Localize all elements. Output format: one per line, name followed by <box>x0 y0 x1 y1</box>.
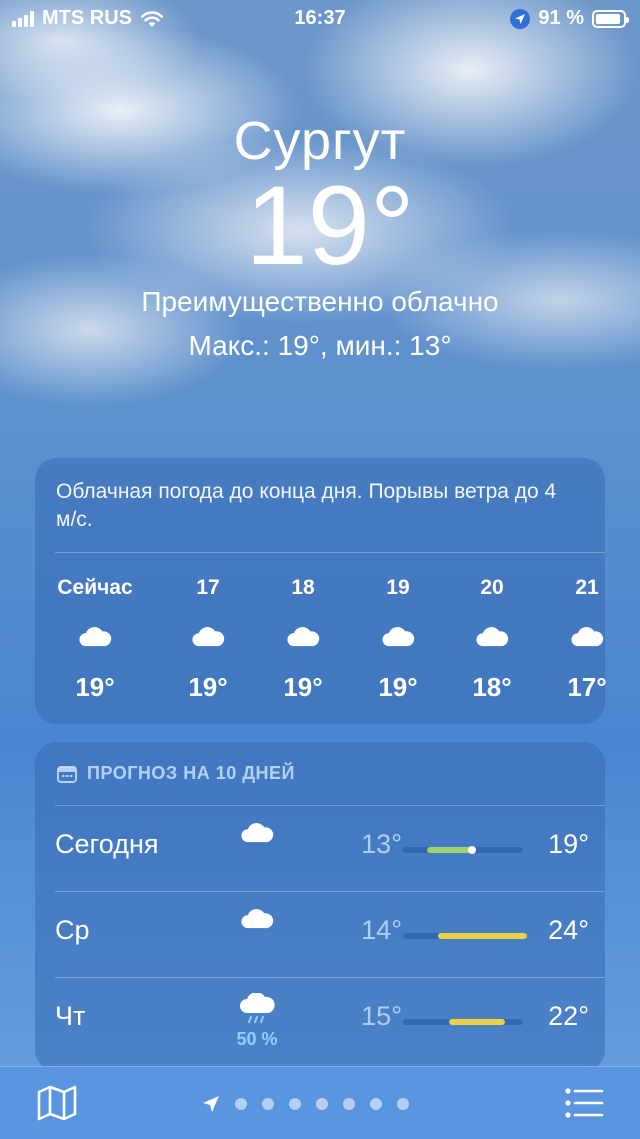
day-name: Ср <box>55 915 90 945</box>
hour-temperature: 19° <box>75 672 115 702</box>
forecast-header-label: ПРОГНОЗ НА 10 ДНЕЙ <box>87 763 295 783</box>
temperature-range-fill <box>448 1019 506 1025</box>
location-services-icon <box>510 8 531 29</box>
hour-temperature: 18° <box>472 672 512 702</box>
hour-icon-wrap <box>50 614 140 658</box>
divider <box>55 805 605 806</box>
battery-level <box>596 13 620 24</box>
day-high-temp: 24° <box>548 915 589 945</box>
page-dot[interactable] <box>343 1098 355 1110</box>
battery-icon <box>592 9 629 28</box>
temperature-range-bar <box>403 846 523 854</box>
hour-icon-wrap <box>258 614 348 658</box>
forecast-day-row[interactable]: Ср 14° 24° <box>35 891 605 977</box>
forecast-day-row[interactable]: Чт 50 % 15° 22° <box>35 977 605 1063</box>
cloud-icon <box>571 627 604 647</box>
page-dot[interactable] <box>289 1098 301 1110</box>
hourly-item: 17 19° <box>163 576 253 703</box>
page-dot[interactable] <box>262 1098 274 1110</box>
page-dot[interactable] <box>316 1098 328 1110</box>
hour-icon-wrap <box>163 614 253 658</box>
battery-percent: 91 % <box>538 7 584 29</box>
divider <box>55 891 605 892</box>
page-dot[interactable] <box>397 1098 409 1110</box>
calendar-icon <box>57 765 77 783</box>
day-name: Сегодня <box>55 829 159 859</box>
hour-label: 18 <box>291 576 315 599</box>
cloud-icon <box>476 627 509 647</box>
cloud-icon <box>192 627 225 647</box>
day-low-temp: 15° <box>361 1001 402 1031</box>
forecast-day-row[interactable]: Сегодня 13° 19° <box>35 805 605 891</box>
map-icon[interactable] <box>36 1085 78 1121</box>
bottom-toolbar <box>0 1066 640 1139</box>
divider <box>55 977 605 978</box>
temperature-range-bar <box>403 933 527 939</box>
cloud-icon <box>79 627 112 647</box>
day-high-temp: 19° <box>548 829 589 859</box>
hourly-item: 19 19° <box>353 576 443 703</box>
status-bar: MTS RUS 16:37 91 % <box>0 0 640 36</box>
location-arrow-icon[interactable] <box>202 1095 220 1113</box>
hour-temperature: 19° <box>283 672 323 702</box>
hour-icon-wrap <box>447 614 537 658</box>
page-indicator[interactable] <box>202 1095 409 1113</box>
hourly-item: 20 18° <box>447 576 537 703</box>
current-temperature: 19° <box>245 163 415 288</box>
hourly-item: Сейчас 19° <box>50 576 140 703</box>
cloud-icon <box>287 627 320 647</box>
hour-icon-wrap <box>542 614 632 658</box>
page-dot[interactable] <box>370 1098 382 1110</box>
day-low-temp: 13° <box>361 829 402 859</box>
status-right: 91 % <box>510 7 629 30</box>
hourly-item: 18 19° <box>258 576 348 703</box>
condition-text: Преимущественно облачно <box>141 286 499 317</box>
cloud-icon <box>382 627 415 647</box>
divider <box>55 552 605 553</box>
hour-label: 21 <box>575 576 599 599</box>
hourly-item: 21 17° <box>542 576 632 703</box>
day-icon-wrap <box>235 907 279 929</box>
list-icon[interactable] <box>564 1085 604 1121</box>
day-icon-wrap <box>235 821 279 843</box>
day-name: Чт <box>55 1001 86 1031</box>
forecast-summary: Облачная погода до конца дня. Порывы вет… <box>56 480 557 531</box>
page-dot[interactable] <box>235 1098 247 1110</box>
temperature-range-fill <box>437 933 527 939</box>
day-high-temp: 22° <box>548 1001 589 1031</box>
temperature-range-fill <box>427 847 473 853</box>
cloud-icon <box>241 909 274 929</box>
high-low-text: Макс.: 19°, мин.: 13° <box>188 330 452 361</box>
cloud-icon <box>241 823 274 843</box>
day-low-temp: 14° <box>361 915 402 945</box>
cloud-rain-icon <box>240 993 275 1023</box>
hour-icon-wrap <box>353 614 443 658</box>
current-temp-dot <box>468 846 477 854</box>
precipitation-chance: 50 % <box>236 1029 278 1049</box>
hour-temperature: 19° <box>378 672 418 702</box>
hour-label: 19 <box>386 576 410 599</box>
temperature-range-bar <box>403 1019 523 1025</box>
hour-temperature: 19° <box>188 672 228 702</box>
hourly-forecast-card[interactable]: Облачная погода до конца дня. Порывы вет… <box>35 458 607 724</box>
forecast-header: ПРОГНОЗ НА 10 ДНЕЙ <box>57 763 295 784</box>
hour-label: Сейчас <box>57 576 133 599</box>
hour-label: 20 <box>480 576 504 599</box>
hour-label: 17 <box>196 576 220 599</box>
hour-temperature: 17° <box>567 672 607 702</box>
day-icon-wrap: 50 % <box>235 993 279 1050</box>
ten-day-forecast-card[interactable]: ПРОГНОЗ НА 10 ДНЕЙ Сегодня 13° 19° Ср 14° 24°… <box>35 742 605 1072</box>
